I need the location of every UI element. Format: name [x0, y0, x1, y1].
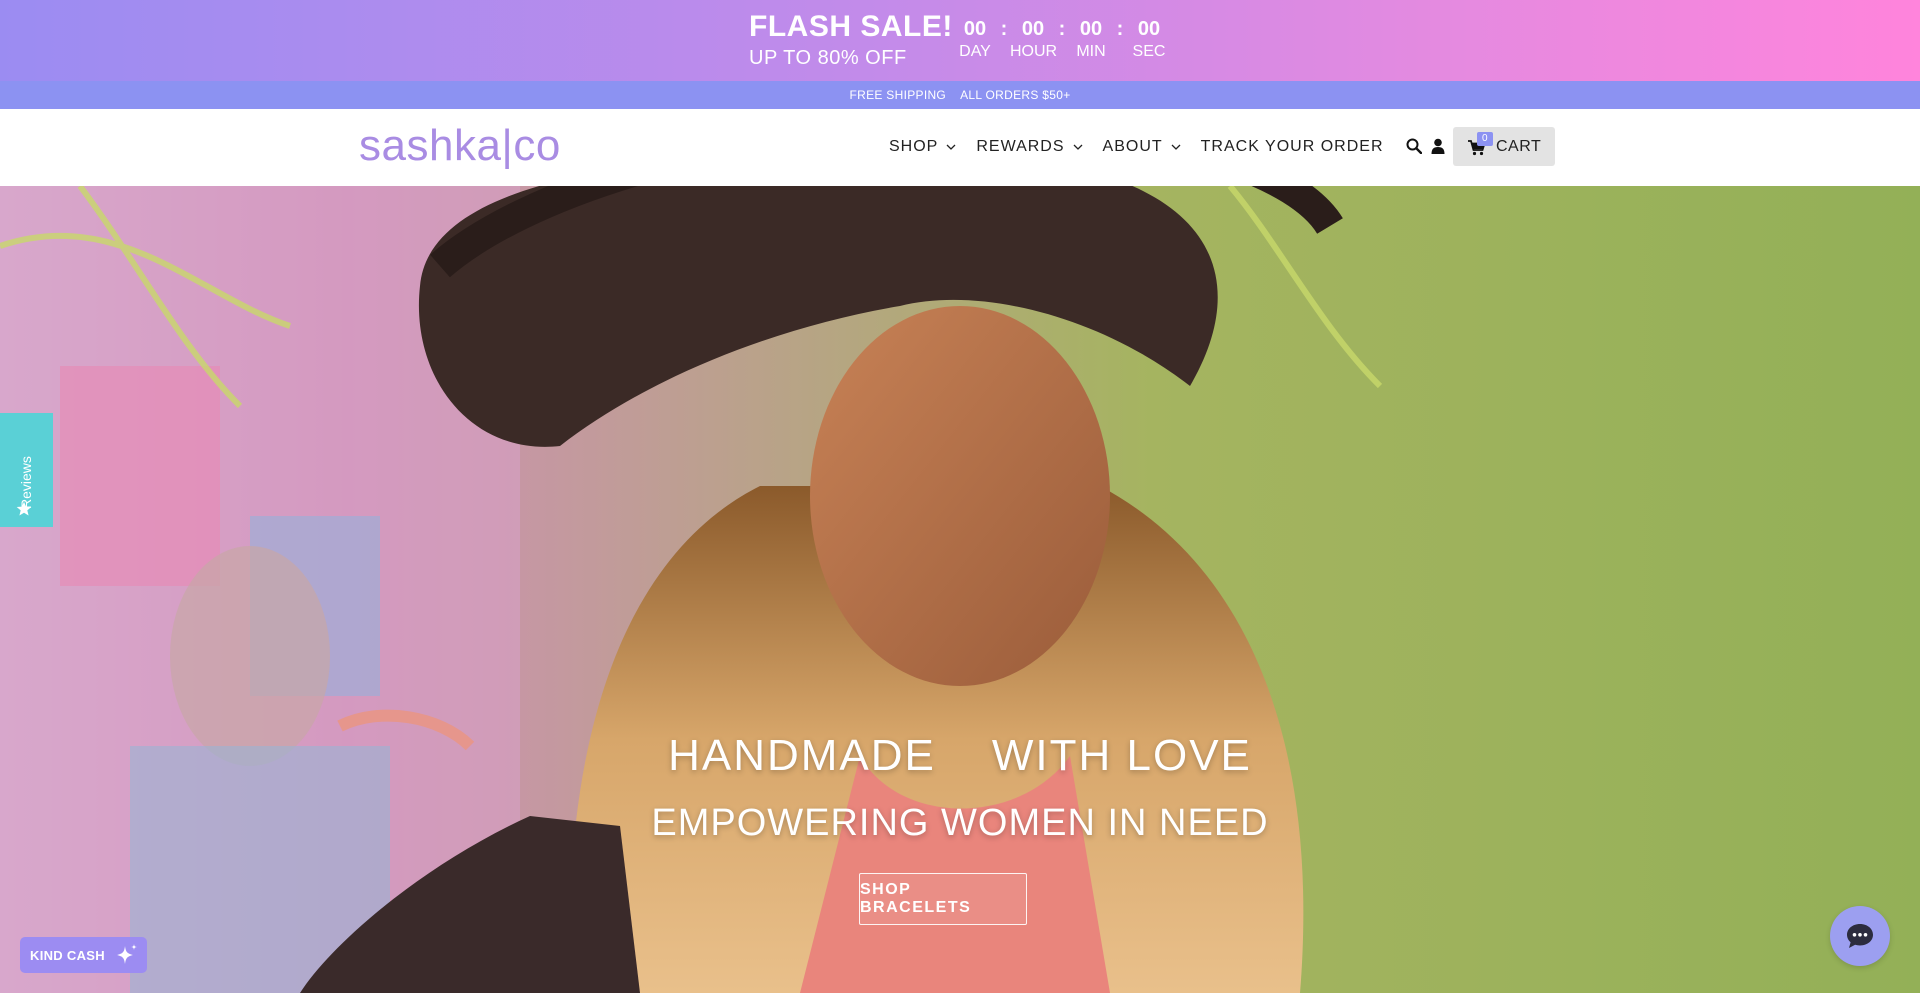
kind-cash-label: KIND CASH	[30, 947, 105, 963]
free-shipping-text: FREE SHIPPING	[849, 88, 947, 102]
nav-item-label: REWARDS	[976, 138, 1065, 155]
nav-item-label: TRACK YOUR ORDER	[1200, 138, 1384, 155]
search-icon[interactable]	[1404, 136, 1424, 156]
countdown-minutes: 00 MIN	[1068, 16, 1114, 62]
hero-photo	[0, 186, 1920, 993]
shop-bracelets-button[interactable]: SHOP BRACELETS	[859, 873, 1027, 925]
countdown-separator: :	[1000, 18, 1008, 40]
hero-headline-part-1: HANDMADE	[668, 731, 936, 780]
account-icon[interactable]	[1428, 136, 1448, 156]
countdown-hours: 00 HOUR	[1010, 16, 1058, 62]
site-header: sashka|co SHOP REWARDS ABOUT TRACK YOUR …	[0, 109, 1920, 186]
chat-button[interactable]	[1830, 906, 1890, 966]
nav-item-label: ABOUT	[1102, 138, 1163, 155]
countdown-days: 00 DAY	[952, 16, 998, 62]
cart-label: CART	[1496, 137, 1542, 155]
hero-banner: HANDMADE WITH LOVE EMPOWERING WOMEN IN NE…	[0, 186, 1920, 993]
cart-button[interactable]: 0 CART	[1453, 127, 1555, 166]
countdown-seconds-value: 00	[1137, 18, 1161, 40]
nav-item-track-order[interactable]: TRACK YOUR ORDER	[1201, 135, 1384, 159]
countdown-timer: 00 DAY : 00 HOUR : 00 MIN : 00 SEC	[952, 16, 1172, 62]
chevron-down-icon	[1073, 144, 1082, 150]
countdown-hours-label: HOUR	[1010, 43, 1058, 60]
countdown-separator: :	[1116, 18, 1124, 40]
shipping-announcement-bar: FREE SHIPPING ALL ORDERS $50+	[0, 81, 1920, 109]
kind-cash-button[interactable]: KIND CASH	[20, 937, 147, 973]
hero-headline-part-2: WITH LOVE	[991, 731, 1252, 780]
countdown-hours-value: 00	[1021, 18, 1045, 40]
hero-headline: HANDMADE WITH LOVE	[0, 730, 1920, 782]
chevron-down-icon	[946, 144, 956, 150]
nav-item-about[interactable]: ABOUT	[1103, 135, 1181, 159]
nav-item-label: SHOP	[889, 138, 939, 155]
countdown-days-value: 00	[963, 18, 987, 40]
hero-subheadline: EMPOWERING WOMEN IN NEED	[651, 802, 1269, 844]
cart-count-badge: 0	[1477, 132, 1493, 146]
countdown-minutes-value: 00	[1079, 18, 1103, 40]
countdown-separator: :	[1058, 18, 1066, 40]
main-nav: SHOP REWARDS ABOUT TRACK YOUR ORDER	[889, 135, 1404, 159]
sparkle-icon	[116, 944, 137, 964]
reviews-side-tab[interactable]: Reviews	[0, 413, 53, 527]
minimum-order-text: ALL ORDERS $50+	[960, 88, 1071, 102]
flash-sale-title: FLASH SALE!	[749, 10, 953, 43]
site-logo[interactable]: sashka|co	[359, 121, 561, 171]
flash-sale-subtitle: UP TO 80% OFF	[749, 47, 907, 69]
countdown-minutes-label: MIN	[1076, 43, 1106, 60]
chat-bubble-icon	[1847, 924, 1873, 948]
nav-item-rewards[interactable]: REWARDS	[976, 135, 1082, 159]
countdown-seconds-label: SEC	[1132, 43, 1166, 60]
reviews-label: Reviews	[18, 456, 34, 509]
countdown-days-label: DAY	[959, 43, 991, 60]
flash-sale-bar: FLASH SALE! UP TO 80% OFF 00 DAY : 00 HO…	[0, 0, 1920, 81]
nav-item-shop[interactable]: SHOP	[889, 135, 956, 159]
chevron-down-icon	[1171, 144, 1181, 150]
countdown-seconds: 00 SEC	[1126, 16, 1172, 62]
